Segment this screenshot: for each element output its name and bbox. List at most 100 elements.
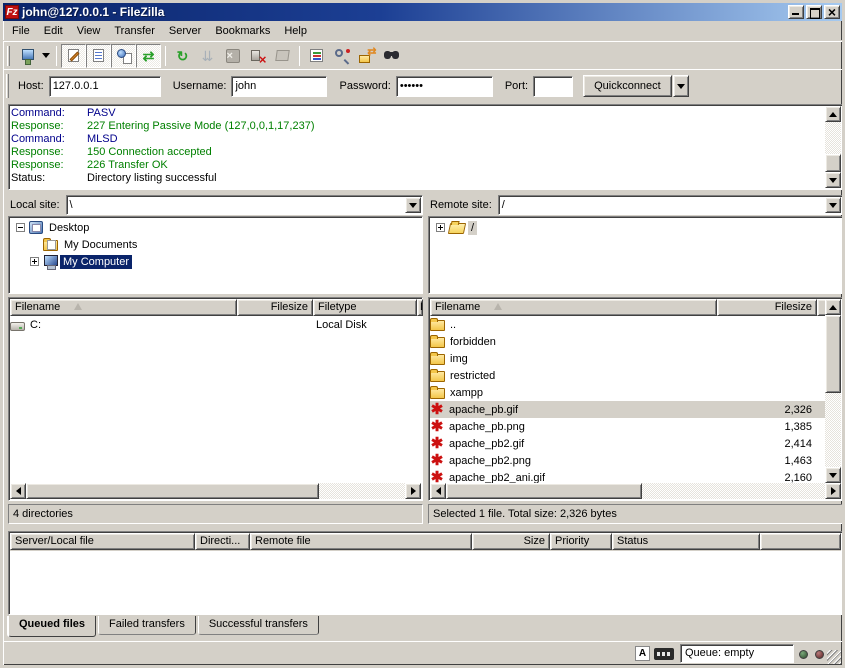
file-row[interactable]: restricted [430,367,825,384]
menu-server[interactable]: Server [162,23,208,39]
menu-bookmarks[interactable]: Bookmarks [208,23,277,39]
column-priority[interactable]: Priority [550,533,612,550]
menu-edit[interactable]: Edit [37,23,70,39]
scroll-thumb[interactable] [26,483,319,499]
file-row[interactable]: img [430,350,825,367]
process-queue-button[interactable]: ⇊ [195,44,220,68]
reconnect-button[interactable] [270,44,295,68]
file-row[interactable]: apache_pb2.gif2,414 [430,435,825,452]
tree-item-my-documents[interactable]: My Documents [9,236,422,253]
toggle-local-tree-button[interactable] [86,44,111,68]
remote-vscrollbar[interactable] [825,299,841,483]
file-row-c-drive[interactable]: C: Local Disk [10,316,421,333]
username-input[interactable] [231,76,327,97]
local-site-combo[interactable]: \ [66,195,423,215]
menu-bar: File Edit View Transfer Server Bookmarks… [3,21,842,41]
speed-limits-icon[interactable] [654,648,674,660]
local-status-text: 4 directories [8,504,423,524]
directory-comparison-button[interactable] [329,44,354,68]
scroll-right-button[interactable] [405,483,421,499]
tree-item-desktop[interactable]: Desktop [9,219,422,236]
column-server-local-file[interactable]: Server/Local file [10,533,195,550]
remote-hscrollbar[interactable] [430,483,841,499]
local-tree-icon [90,47,108,65]
menu-transfer[interactable]: Transfer [107,23,162,39]
quickconnect-dropdown[interactable] [673,75,689,97]
scroll-left-button[interactable] [430,483,446,499]
toolbar-grip[interactable] [7,46,10,66]
message-log-icon [65,47,83,65]
expand-icon[interactable] [30,257,39,266]
site-manager-icon [18,47,36,65]
column-size[interactable]: Size [472,533,550,550]
column-filesize[interactable]: Filesize [237,299,313,316]
activity-led-green-icon [799,650,808,659]
scroll-left-button[interactable] [10,483,26,499]
directory-filters-button[interactable] [304,44,329,68]
scroll-up-button[interactable] [825,299,841,315]
quickconnect-button[interactable]: Quickconnect [583,75,672,97]
collapse-icon[interactable] [16,223,25,232]
quickconnect-grip[interactable] [6,74,9,98]
sort-ascending-icon [74,303,82,310]
transfer-queue-icon: ⇄ [140,47,158,65]
file-row[interactable]: apache_pb.png1,385 [430,418,825,435]
tree-item-root[interactable]: / [429,219,842,236]
column-status[interactable]: Status [612,533,760,550]
minimize-button[interactable] [788,5,804,19]
tab-queued-files[interactable]: Queued files [8,616,96,637]
column-remote-file[interactable]: Remote file [250,533,472,550]
remote-tree-view: / [428,216,843,294]
synchronized-browsing-button[interactable]: ⇄ [354,44,379,68]
toggle-remote-tree-button[interactable] [111,44,136,68]
column-filesize[interactable]: Filesize [717,299,817,316]
menu-file[interactable]: File [5,23,37,39]
column-filetype[interactable]: Filetype [313,299,417,316]
port-input[interactable] [533,76,573,97]
column-last-modified[interactable]: L [417,299,423,316]
remote-site-dropdown[interactable] [825,197,841,213]
log-line: Command:PASV [11,107,824,120]
file-row[interactable]: forbidden [430,333,825,350]
local-site-dropdown[interactable] [405,197,421,213]
maximize-button[interactable] [806,5,822,19]
password-input[interactable] [396,76,493,97]
file-row-selected[interactable]: apache_pb.gif2,326 [430,401,825,418]
tree-item-my-computer[interactable]: My Computer [9,253,422,270]
scroll-thumb[interactable] [825,315,841,393]
column-filename[interactable]: Filename [430,299,717,316]
toggle-transfer-queue-button[interactable]: ⇄ [136,44,161,68]
scroll-down-button[interactable] [825,467,841,483]
scroll-thumb[interactable] [446,483,642,499]
file-row[interactable]: .. [430,316,825,333]
refresh-button[interactable]: ↻ [170,44,195,68]
local-hscrollbar[interactable] [10,483,421,499]
close-button[interactable] [824,5,840,19]
resize-grip[interactable] [827,650,841,664]
scroll-down-button[interactable] [825,172,841,188]
menu-view[interactable]: View [70,23,108,39]
remote-site-combo[interactable]: / [498,195,843,215]
site-manager-dropdown[interactable] [39,45,52,67]
tab-failed-transfers[interactable]: Failed transfers [98,616,196,635]
cancel-operation-button[interactable]: × [220,44,245,68]
scroll-thumb[interactable] [825,154,841,172]
column-direction[interactable]: Directi... [195,533,250,550]
tab-successful-transfers[interactable]: Successful transfers [198,616,319,635]
log-scrollbar[interactable] [825,106,841,188]
column-filename[interactable]: Filename [10,299,237,316]
menu-help[interactable]: Help [277,23,314,39]
disconnect-button[interactable]: × [245,44,270,68]
expand-icon[interactable] [436,223,445,232]
file-row[interactable]: apache_pb2.png1,463 [430,452,825,469]
scroll-right-button[interactable] [825,483,841,499]
site-manager-button[interactable] [14,44,39,68]
transfer-type-indicator-icon[interactable]: A [635,646,650,661]
toolbar: ⇄ ↻ ⇊ × × ⇄ [3,41,842,69]
file-row[interactable]: xampp [430,384,825,401]
host-input[interactable] [49,76,161,97]
scroll-up-button[interactable] [825,106,841,122]
file-row[interactable]: apache_pb2_ani.gif2,160 [430,469,825,483]
toggle-message-log-button[interactable] [61,44,86,68]
find-files-button[interactable] [379,44,404,68]
